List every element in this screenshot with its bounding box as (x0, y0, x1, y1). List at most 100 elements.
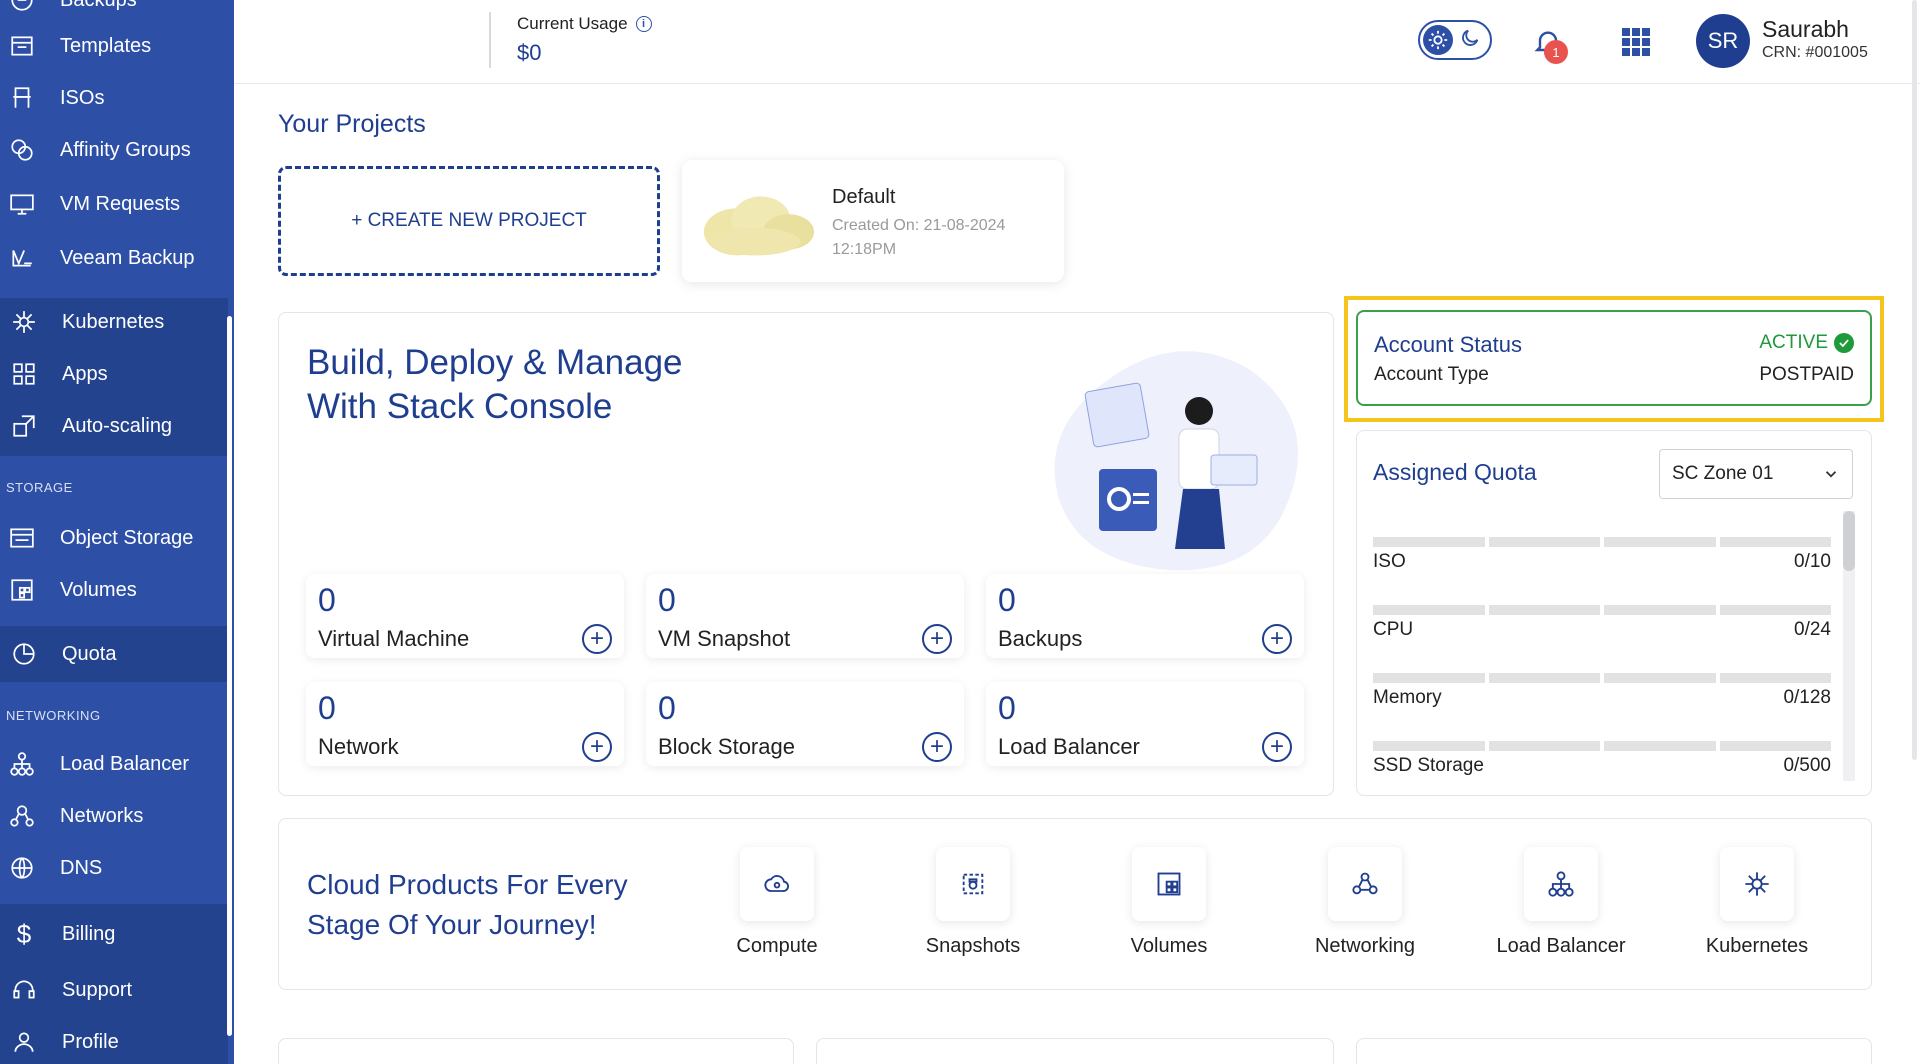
kubernetes-icon (10, 308, 38, 336)
quota-value: 0/10 (1794, 551, 1831, 572)
quota-row-iso: ISO 0/10 (1373, 537, 1831, 572)
add-block-storage-button[interactable]: + (922, 732, 952, 762)
product-label: Volumes (1130, 935, 1208, 957)
product-volumes[interactable]: Volumes (1071, 847, 1267, 958)
sidebar-item-templates[interactable]: Templates (0, 22, 228, 70)
sidebar-item-quota[interactable]: Quota (0, 630, 228, 678)
user-name[interactable]: Saurabh (1762, 16, 1849, 43)
theme-toggle[interactable] (1418, 20, 1492, 60)
product-label: Compute (736, 935, 818, 957)
account-status-card: Account Status Account Type ACTIVE POSTP… (1356, 310, 1872, 406)
product-snapshots[interactable]: Snapshots (875, 847, 1071, 958)
stat-card-network: 0 Network + (306, 682, 624, 766)
hero-title-line-2: With Stack Console (307, 387, 613, 426)
networks-icon (8, 802, 36, 830)
sidebar-item-label: Volumes (60, 578, 137, 601)
cloud-products-title: Cloud Products For Every Stage Of Your J… (307, 869, 628, 940)
add-backup-button[interactable]: + (1262, 624, 1292, 654)
sidebar-item-kubernetes[interactable]: Kubernetes (0, 298, 228, 346)
sidebar-item-isos[interactable]: ISOs (0, 74, 228, 122)
status-badge: ACTIVE (1759, 332, 1828, 353)
stat-card-backups: 0 Backups + (986, 574, 1304, 658)
stat-label: Virtual Machine (318, 626, 470, 651)
kubernetes-icon (1720, 847, 1794, 921)
cloud-icon (703, 196, 815, 256)
quota-scrollbar-thumb[interactable] (1843, 511, 1855, 571)
quota-bar (1373, 741, 1831, 751)
product-networking[interactable]: Networking (1267, 847, 1463, 958)
page-scrollbar[interactable] (1912, 0, 1917, 760)
assigned-quota-title: Assigned Quota (1373, 459, 1537, 485)
sidebar-item-billing[interactable]: $ Billing (0, 910, 228, 958)
zone-select[interactable]: SC Zone 01 (1659, 449, 1853, 499)
affinity-groups-icon (8, 136, 36, 164)
hero-title-line-1: Build, Deploy & Manage (307, 343, 683, 382)
stat-card-block-storage: 0 Block Storage + (646, 682, 964, 766)
user-icon (10, 1028, 38, 1056)
user-crn: CRN: #001005 (1762, 44, 1868, 61)
add-vm-snapshot-button[interactable]: + (922, 624, 952, 654)
quota-value: 0/24 (1794, 619, 1831, 640)
sidebar-item-support[interactable]: Support (0, 966, 228, 1014)
add-load-balancer-button[interactable]: + (1262, 732, 1292, 762)
project-name: Default (832, 186, 896, 208)
stat-value: 0 (318, 582, 336, 618)
sidebar-item-backups[interactable]: Backups (0, 0, 228, 24)
veeam-icon (8, 244, 36, 272)
backup-icon (8, 0, 36, 14)
quota-scrollbar[interactable] (1843, 511, 1855, 781)
sidebar-item-label: Load Balancer (60, 752, 189, 775)
hero-illustration (1054, 351, 1298, 571)
sidebar-item-auto-scaling[interactable]: Auto-scaling (0, 402, 228, 450)
sidebar-item-apps[interactable]: Apps (0, 350, 228, 398)
product-compute[interactable]: Compute (679, 847, 875, 958)
quota-value: 0/128 (1783, 687, 1831, 708)
sidebar-item-volumes[interactable]: Volumes (0, 566, 228, 614)
stat-value: 0 (998, 582, 1016, 618)
sidebar-item-label: Quota (62, 642, 117, 665)
product-label: Snapshots (925, 935, 1021, 957)
stat-value: 0 (998, 690, 1016, 726)
sun-icon[interactable] (1423, 25, 1453, 55)
sidebar-item-vm-requests[interactable]: VM Requests (0, 180, 228, 228)
check-icon (1834, 333, 1854, 353)
sidebar-item-label: Object Storage (60, 526, 194, 549)
sidebar-item-label: Networks (60, 804, 144, 827)
apps-grid-icon[interactable] (1622, 28, 1650, 56)
sidebar-item-veeam-backup[interactable]: Veeam Backup (0, 234, 228, 282)
info-icon[interactable]: i (635, 16, 652, 32)
project-card-default[interactable]: Default Created On: 21-08-2024 12:18PM (682, 160, 1064, 282)
product-kubernetes[interactable]: Kubernetes (1659, 847, 1855, 958)
dns-icon (8, 854, 36, 882)
quota-value: 0/500 (1783, 755, 1831, 776)
networking-icon (1328, 847, 1402, 921)
sidebar-item-profile[interactable]: Profile (0, 1018, 228, 1064)
assigned-quota-card: Assigned Quota SC Zone 01 ISO 0/10 CPU 0… (1356, 430, 1872, 796)
avatar[interactable]: SR (1696, 14, 1750, 68)
autoscaling-icon (10, 412, 38, 440)
product-label: Networking (1314, 935, 1416, 957)
object-storage-icon (8, 524, 36, 552)
sidebar-item-load-balancer[interactable]: Load Balancer (0, 740, 228, 788)
sidebar-item-label: Affinity Groups (60, 138, 191, 161)
apps-icon (10, 360, 38, 388)
moon-icon[interactable] (1459, 27, 1481, 54)
product-load-balancer[interactable]: Load Balancer (1463, 847, 1659, 958)
quota-label: CPU (1373, 619, 1414, 640)
sidebar-scrollbar[interactable] (227, 316, 232, 1036)
stat-label: VM Snapshot (658, 626, 791, 651)
chevron-down-icon (1825, 471, 1837, 478)
product-label: Kubernetes (1705, 935, 1809, 957)
add-network-button[interactable]: + (582, 732, 612, 762)
add-virtual-machine-button[interactable]: + (582, 624, 612, 654)
stat-card-virtual-machine: 0 Virtual Machine + (306, 574, 624, 658)
headset-icon (10, 976, 38, 1004)
sidebar-item-dns[interactable]: DNS (0, 844, 228, 892)
create-new-project-button[interactable]: + CREATE NEW PROJECT (278, 166, 660, 276)
account-type-value: POSTPAID (1759, 364, 1854, 385)
sidebar-item-networks[interactable]: Networks (0, 792, 228, 840)
sidebar-item-affinity-groups[interactable]: Affinity Groups (0, 126, 228, 174)
sidebar-item-object-storage[interactable]: Object Storage (0, 514, 228, 562)
stat-card-vm-snapshot: 0 VM Snapshot + (646, 574, 964, 658)
quota-row-cpu: CPU 0/24 (1373, 605, 1831, 640)
